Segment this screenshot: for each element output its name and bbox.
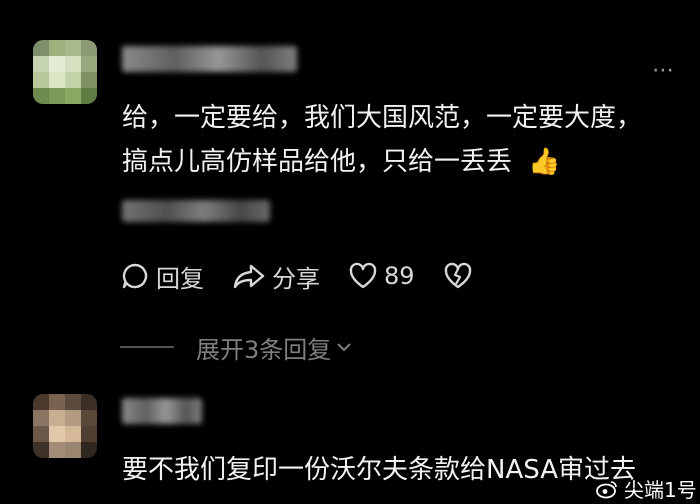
broken-heart-icon (444, 262, 471, 289)
share-button[interactable]: 分享 (232, 259, 320, 294)
username[interactable] (122, 398, 202, 424)
like-button[interactable]: 89 (348, 262, 415, 290)
watermark: 尖端1号 (596, 474, 697, 503)
comment-actions: 回复 分享 89 (120, 258, 501, 294)
comment-meta (122, 200, 270, 222)
weibo-logo-icon (596, 480, 617, 498)
reply-label: 回复 (156, 264, 204, 293)
avatar[interactable] (33, 40, 97, 104)
comment-bubble-icon (122, 263, 148, 289)
thumbs-up-emoji: 👍 (528, 147, 561, 177)
comment-line-2: 搞点儿高仿样品给他，只给一丢丢 👍 (122, 147, 561, 177)
avatar[interactable] (33, 394, 97, 458)
reply-button[interactable]: 回复 (120, 259, 204, 294)
comment-line-1: 给，一定要给，我们大国风范，一定要大度， (122, 103, 643, 133)
comment-text: 给，一定要给，我们大国风范，一定要大度， 搞点儿高仿样品给他，只给一丢丢 👍 (122, 96, 682, 184)
more-options-icon[interactable]: ⋯ (652, 58, 675, 83)
expand-replies-label: 展开3条回复 (196, 335, 332, 364)
chevron-down-icon (337, 343, 351, 352)
divider-line (120, 346, 174, 348)
watermark-label: 尖端1号 (624, 478, 697, 502)
heart-icon (349, 262, 377, 289)
expand-replies[interactable]: 展开3条回复 (120, 330, 353, 364)
like-count: 89 (384, 262, 415, 290)
dislike-button[interactable] (443, 262, 473, 290)
username[interactable] (122, 46, 297, 72)
share-label: 分享 (272, 264, 320, 293)
share-arrow-icon (233, 264, 265, 289)
